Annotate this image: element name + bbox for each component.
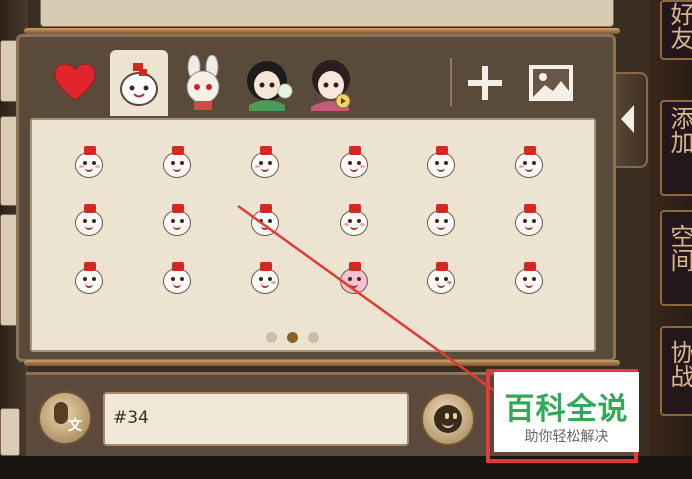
- page-dot[interactable]: [266, 332, 277, 343]
- tab-image[interactable]: [522, 54, 580, 112]
- side-tab-space[interactable]: 空间: [660, 210, 692, 306]
- plus-icon: [468, 66, 502, 100]
- side-tab-label: 协战: [666, 340, 692, 388]
- smiley-eye: [445, 413, 449, 419]
- emoji-item[interactable]: [72, 146, 106, 180]
- side-tab-battle[interactable]: 协战: [660, 326, 692, 416]
- voice-badge: 文: [68, 418, 82, 434]
- image-icon: [529, 65, 573, 101]
- chat-message-input[interactable]: #34: [103, 392, 409, 446]
- mic-icon: [54, 402, 68, 424]
- tab-divider: [450, 58, 452, 106]
- chevron-left-icon: [621, 105, 634, 133]
- emoji-item[interactable]: [512, 204, 546, 238]
- emoji-item[interactable]: [424, 146, 458, 180]
- watermark-title: 百科全说: [504, 392, 629, 427]
- emoji-item[interactable]: [337, 146, 371, 180]
- watermark-logo: 百科全说 助你轻松解决: [494, 372, 639, 452]
- emoji-item[interactable]: [160, 204, 194, 238]
- heart-icon: [54, 64, 96, 101]
- smiley-eye: [453, 413, 457, 419]
- top-strip: [40, 0, 614, 27]
- tab-character-pink[interactable]: [302, 54, 360, 112]
- emoji-toggle-button[interactable]: [421, 392, 475, 446]
- green-character-icon: [247, 61, 293, 111]
- emoji-item[interactable]: [424, 262, 458, 296]
- emoji-item[interactable]: [72, 262, 106, 296]
- page-dot-active[interactable]: [287, 332, 298, 343]
- emoji-item[interactable]: [512, 262, 546, 296]
- emoji-item[interactable]: [337, 204, 371, 238]
- side-tab-friends[interactable]: 好友: [660, 0, 692, 60]
- emoji-item[interactable]: [248, 146, 282, 180]
- tab-favorites[interactable]: [46, 54, 104, 112]
- side-tab-label: 空间: [666, 224, 692, 272]
- emoji-item[interactable]: [424, 204, 458, 238]
- pink-character-icon: [311, 60, 351, 111]
- emoji-item[interactable]: [337, 262, 371, 296]
- scroll-rod-bottom: [24, 360, 620, 366]
- tab-character-green[interactable]: [238, 54, 296, 112]
- mascot-icon: [120, 63, 158, 106]
- emoji-item[interactable]: [160, 262, 194, 296]
- tab-character-bunny[interactable]: [174, 54, 232, 112]
- tab-add-emoji[interactable]: [456, 54, 514, 112]
- scroll-rod-top: [24, 28, 620, 34]
- page-indicator: [266, 332, 322, 344]
- smiley-icon: [434, 405, 462, 433]
- side-tab-add[interactable]: 添加: [660, 100, 692, 196]
- emoji-category-tabs: [30, 50, 592, 118]
- emoji-item[interactable]: [248, 204, 282, 238]
- bunny-character-icon: [186, 55, 220, 110]
- voice-to-text-button[interactable]: 文: [38, 391, 92, 445]
- side-tab-label: 好友: [666, 2, 692, 50]
- emoji-item[interactable]: [512, 146, 546, 180]
- left-slot: [0, 408, 20, 456]
- watermark-subtitle: 助你轻松解决: [524, 429, 609, 445]
- page-dot[interactable]: [308, 332, 319, 343]
- emoji-item[interactable]: [72, 204, 106, 238]
- emoji-item[interactable]: [248, 262, 282, 296]
- emoji-item[interactable]: [160, 146, 194, 180]
- collapse-panel-button[interactable]: [612, 72, 648, 168]
- tab-mascot-emoji[interactable]: [110, 50, 168, 116]
- side-tab-label: 添加: [666, 106, 692, 154]
